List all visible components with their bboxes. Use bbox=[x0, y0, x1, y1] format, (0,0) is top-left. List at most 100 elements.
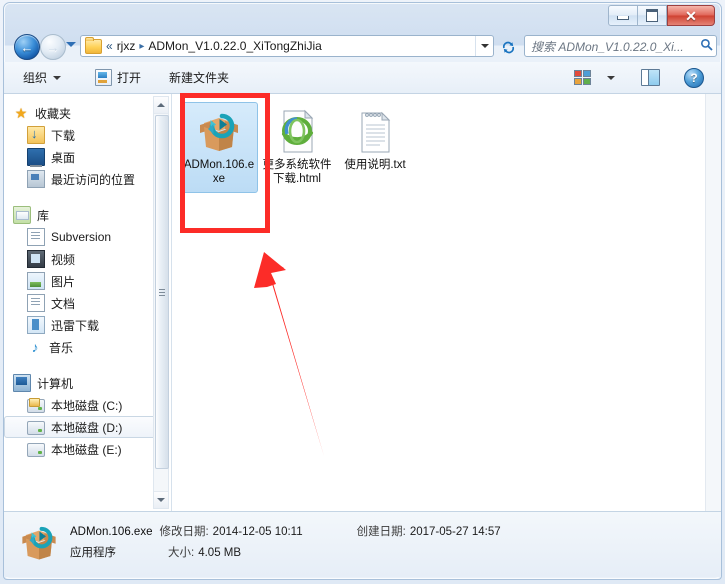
explorer-window: ✕ ← → « rjxz ▸ ADMon_V1.0.22.0_XiTongZhi… bbox=[0, 0, 725, 584]
admon-box-glyph bbox=[22, 526, 56, 560]
minimize-icon bbox=[617, 16, 629, 20]
video-icon bbox=[27, 250, 45, 268]
sidebar-item-label: 迅雷下载 bbox=[51, 318, 100, 333]
file-item-html[interactable]: 更多系统软件下载.html bbox=[258, 102, 336, 193]
close-button[interactable]: ✕ bbox=[667, 5, 715, 26]
sidebar-item-label: 音乐 bbox=[49, 340, 74, 355]
sidebar-item-label: 计算机 bbox=[37, 376, 74, 391]
sidebar-item-favorites[interactable]: ★ 收藏夹 bbox=[4, 102, 171, 124]
history-dropdown-icon[interactable] bbox=[66, 42, 76, 47]
admon-box-icon bbox=[195, 107, 243, 155]
music-icon: ♪ bbox=[31, 339, 39, 355]
content-scrollbar[interactable] bbox=[705, 94, 721, 511]
file-name-label: ADMon.106.exe bbox=[183, 159, 255, 185]
file-item-admon[interactable]: ADMon.106.exe bbox=[180, 102, 258, 193]
new-folder-button[interactable]: 新建文件夹 bbox=[160, 65, 238, 91]
search-box[interactable]: 搜索 ADMon_V1.0.22.0_Xi... bbox=[524, 35, 717, 57]
minimize-button[interactable] bbox=[608, 5, 638, 26]
open-button[interactable]: 打开 bbox=[86, 65, 150, 91]
sidebar-item-label: 图片 bbox=[51, 274, 76, 289]
sidebar-item-drive-e[interactable]: 本地磁盘 (E:) bbox=[4, 438, 171, 460]
refresh-button[interactable] bbox=[496, 35, 520, 59]
details-text-block: ADMon.106.exe 修改日期: 2014-12-05 10:11 创建日… bbox=[70, 521, 501, 560]
close-icon: ✕ bbox=[685, 7, 697, 24]
file-list-pane[interactable]: ADMon.106.exe 更多系统软件下载.html 使用说明.txt bbox=[172, 94, 721, 511]
star-icon: ★ bbox=[14, 105, 28, 121]
address-dropdown-button[interactable] bbox=[475, 36, 493, 56]
sidebar-item-label: 视频 bbox=[51, 252, 76, 267]
details-size-value: 4.05 MB bbox=[198, 547, 242, 559]
sidebar-item-documents[interactable]: 文档 bbox=[4, 292, 171, 314]
help-icon: ? bbox=[684, 67, 704, 88]
search-input[interactable]: 搜索 ADMon_V1.0.22.0_Xi... bbox=[525, 38, 696, 55]
breadcrumb-item-0[interactable]: rjxz bbox=[117, 39, 136, 53]
breadcrumb-overflow-icon[interactable]: « bbox=[106, 39, 113, 53]
breadcrumb-arrow-icon[interactable]: ▸ bbox=[139, 41, 144, 52]
sidebar-item-drive-d[interactable]: 本地磁盘 (D:) bbox=[4, 416, 159, 438]
desktop-icon bbox=[27, 148, 45, 167]
pictures-icon bbox=[27, 272, 45, 290]
search-icon bbox=[696, 38, 716, 54]
help-button[interactable]: ? bbox=[675, 65, 713, 91]
folder-icon bbox=[85, 36, 102, 54]
details-modified-value: 2014-12-05 10:11 bbox=[212, 526, 303, 538]
sidebar-scrollbar[interactable] bbox=[153, 96, 169, 509]
sidebar-item-thunder-download[interactable]: 迅雷下载 bbox=[4, 314, 171, 336]
text-file-glyph bbox=[361, 111, 391, 153]
file-grid: ADMon.106.exe 更多系统软件下载.html 使用说明.txt bbox=[172, 94, 721, 193]
back-button[interactable]: ← bbox=[14, 34, 40, 60]
file-item-txt[interactable]: 使用说明.txt bbox=[336, 102, 414, 193]
sidebar-item-computer[interactable]: 计算机 bbox=[4, 372, 171, 394]
chevron-down-icon bbox=[157, 498, 165, 502]
sidebar-item-label: 桌面 bbox=[51, 150, 76, 165]
scroll-down-button[interactable] bbox=[154, 491, 168, 508]
chevron-down-icon bbox=[53, 75, 62, 80]
forward-arrow-icon: → bbox=[46, 39, 60, 55]
text-file-icon bbox=[355, 107, 395, 155]
views-button[interactable] bbox=[565, 65, 600, 91]
sidebar-item-music[interactable]: ♪ 音乐 bbox=[4, 336, 171, 358]
scroll-up-button[interactable] bbox=[154, 97, 168, 114]
open-icon bbox=[95, 69, 113, 86]
sidebar-item-videos[interactable]: 视频 bbox=[4, 248, 171, 270]
recent-places-icon bbox=[27, 170, 45, 188]
maximize-icon bbox=[646, 9, 658, 22]
file-name-label: 使用说明.txt bbox=[344, 159, 406, 171]
address-bar[interactable]: « rjxz ▸ ADMon_V1.0.22.0_XiTongZhiJia bbox=[80, 35, 494, 57]
details-pane: ADMon.106.exe 修改日期: 2014-12-05 10:11 创建日… bbox=[4, 511, 721, 577]
details-created-label: 创建日期: bbox=[356, 526, 406, 538]
preview-pane-button[interactable] bbox=[632, 65, 669, 91]
chevron-down-icon bbox=[607, 75, 615, 80]
back-arrow-icon: ← bbox=[20, 39, 34, 55]
window-controls: ✕ bbox=[608, 5, 715, 26]
sidebar-item-label: 下载 bbox=[51, 128, 76, 143]
forward-button[interactable]: → bbox=[40, 34, 66, 60]
maximize-button[interactable] bbox=[638, 5, 667, 26]
sidebar-item-pictures[interactable]: 图片 bbox=[4, 270, 171, 292]
details-file-type: 应用程序 bbox=[70, 547, 116, 559]
navigation-row: ← → « rjxz ▸ ADMon_V1.0.22.0_XiTongZhiJi… bbox=[4, 31, 721, 61]
breadcrumb-item-1[interactable]: ADMon_V1.0.22.0_XiTongZhiJia bbox=[148, 39, 321, 53]
scrollbar-thumb[interactable] bbox=[155, 115, 169, 469]
views-icon bbox=[574, 70, 591, 85]
sidebar-item-subversion[interactable]: Subversion bbox=[4, 226, 171, 248]
details-line-2: 应用程序 大小: 4.05 MB bbox=[70, 544, 501, 560]
details-file-name: ADMon.106.exe bbox=[70, 526, 153, 538]
views-dropdown-button[interactable] bbox=[600, 65, 622, 91]
drive-icon bbox=[27, 421, 45, 435]
command-toolbar: 组织 打开 新建文件夹 ? bbox=[4, 62, 721, 94]
refresh-icon bbox=[502, 41, 514, 53]
document-icon bbox=[27, 228, 45, 246]
sidebar-item-recent-places[interactable]: 最近访问的位置 bbox=[4, 168, 171, 190]
ie-html-icon bbox=[275, 107, 319, 155]
sidebar-item-downloads[interactable]: 下载 bbox=[4, 124, 171, 146]
library-icon bbox=[13, 206, 31, 224]
sidebar-item-desktop[interactable]: 桌面 bbox=[4, 146, 171, 168]
sidebar-item-label: 收藏夹 bbox=[35, 106, 72, 121]
drive-icon bbox=[27, 443, 45, 457]
organize-button[interactable]: 组织 bbox=[14, 65, 70, 91]
computer-icon bbox=[13, 374, 31, 392]
sidebar-item-label: 库 bbox=[37, 208, 50, 223]
sidebar-item-libraries[interactable]: 库 bbox=[4, 204, 171, 226]
sidebar-item-drive-c[interactable]: 本地磁盘 (C:) bbox=[4, 394, 171, 416]
